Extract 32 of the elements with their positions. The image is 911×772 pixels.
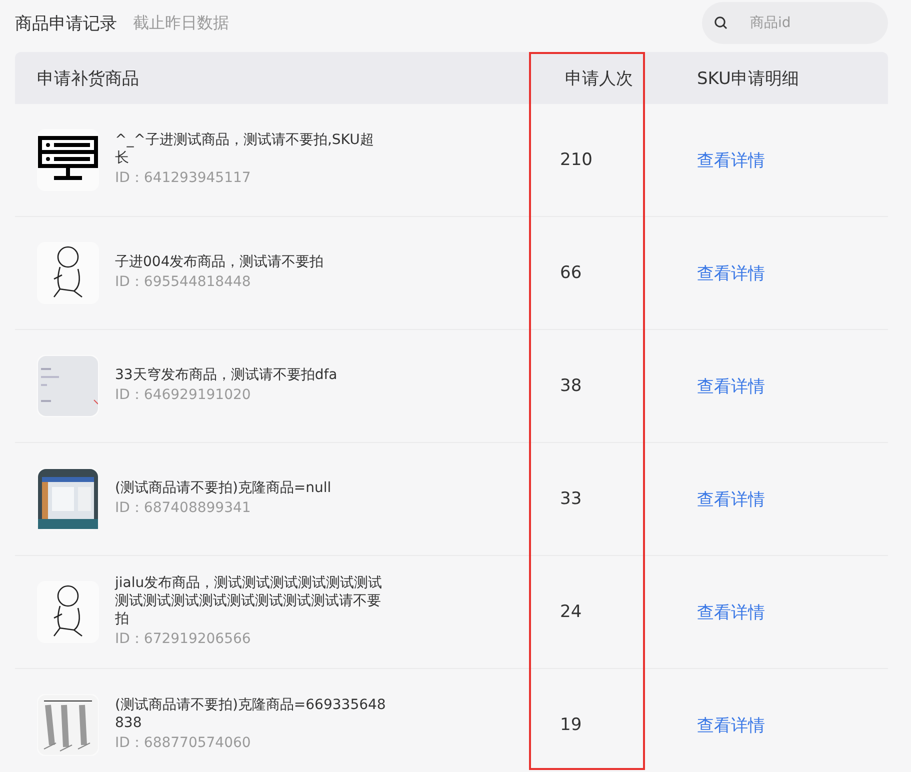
request-count: 38 — [560, 376, 582, 396]
product-id: ID：641293945117 — [115, 169, 252, 188]
product-id: ID：688770574060 — [115, 734, 252, 753]
product-name: (测试商品请不要拍)克隆商品=null — [115, 479, 332, 497]
column-header: 申请补货商品 — [37, 68, 139, 90]
request-count: 66 — [560, 263, 582, 283]
view-details-link[interactable]: 查看详情 — [697, 150, 765, 170]
view-details-link[interactable]: 查看详情 — [697, 602, 765, 622]
page-subtitle: 截止昨日数据 — [133, 12, 229, 34]
view-details-link[interactable]: 查看详情 — [697, 264, 765, 284]
view-details-link[interactable]: 查看详情 — [697, 376, 765, 396]
search-field[interactable]: 商品id — [702, 2, 888, 44]
request-count: 19 — [560, 715, 582, 735]
view-details-link[interactable]: 查看详情 — [697, 490, 765, 510]
search-icon — [714, 16, 728, 30]
product-id: ID：646929191020 — [115, 386, 252, 405]
product-id: ID：695544818448 — [115, 273, 252, 292]
view-details-link[interactable]: 查看详情 — [697, 716, 765, 736]
request-count: 33 — [560, 489, 582, 509]
product-id: ID：672919206566 — [115, 630, 252, 649]
column-header: 申请人次 — [565, 68, 633, 90]
product-name: jialu发布商品，测试测试测试测试测试测试测试测试测试测试测试测试测试测试请不要拍 — [115, 574, 384, 628]
product-name: 33天穹发布商品，测试请不要拍dfa — [115, 366, 338, 384]
product-name: (测试商品请不要拍)克隆商品=669335648838 — [115, 696, 387, 732]
request-count: 210 — [560, 150, 592, 170]
column-header: SKU申请明细 — [697, 68, 799, 90]
product-name: ^_^子进测试商品，测试请不要拍,SKU超长 — [115, 131, 375, 167]
search-input[interactable]: 商品id — [748, 14, 862, 32]
page-title: 商品申请记录 — [15, 12, 117, 34]
request-count: 24 — [560, 602, 582, 622]
product-id: ID：687408899341 — [115, 499, 252, 518]
product-name: 子进004发布商品，测试请不要拍 — [115, 253, 325, 271]
